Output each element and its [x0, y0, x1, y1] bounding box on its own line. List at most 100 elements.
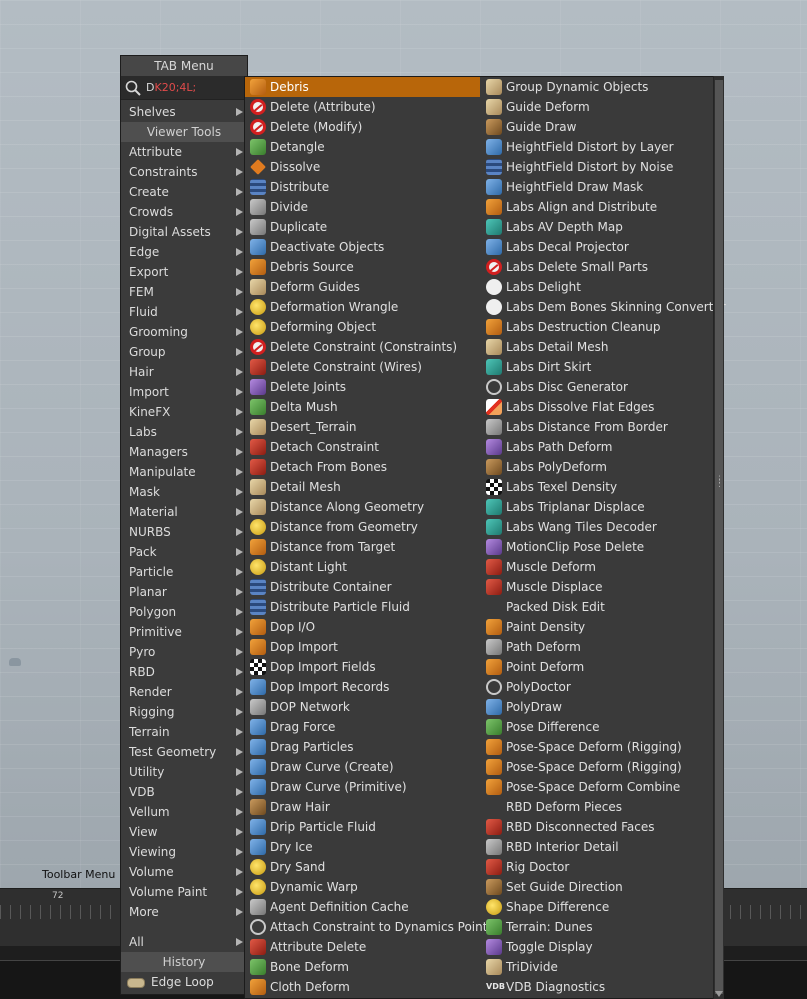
tool-item-toggle-display[interactable]: Toggle Display: [481, 937, 714, 957]
tool-item-labs-texel-density[interactable]: Labs Texel Density: [481, 477, 714, 497]
tool-item-labs-dissolve-flat-edges[interactable]: Labs Dissolve Flat Edges: [481, 397, 714, 417]
tool-item-packed-disk-edit[interactable]: Packed Disk Edit: [481, 597, 714, 617]
tool-item-labs-distance-from-border[interactable]: Labs Distance From Border: [481, 417, 714, 437]
tool-item-tridivide[interactable]: TriDivide: [481, 957, 714, 977]
tool-item-distance-from-target[interactable]: Distance from Target: [245, 537, 480, 557]
tool-item-draw-curve-primitive[interactable]: Draw Curve (Primitive): [245, 777, 480, 797]
tool-item-rbd-disconnected-faces[interactable]: RBD Disconnected Faces: [481, 817, 714, 837]
tool-item-set-guide-direction[interactable]: Set Guide Direction: [481, 877, 714, 897]
menu-item-fem[interactable]: FEM: [121, 282, 247, 302]
tool-item-delete-modify[interactable]: Delete (Modify): [245, 117, 480, 137]
menu-item-utility[interactable]: Utility: [121, 762, 247, 782]
tool-item-pose-space-deform-rigging[interactable]: Pose-Space Deform (Rigging): [481, 737, 714, 757]
tool-item-labs-decal-projector[interactable]: Labs Decal Projector: [481, 237, 714, 257]
menu-item-grooming[interactable]: Grooming: [121, 322, 247, 342]
tool-item-desert-terrain[interactable]: Desert_Terrain: [245, 417, 480, 437]
tool-item-dop-import[interactable]: Dop Import: [245, 637, 480, 657]
tool-item-polydraw[interactable]: PolyDraw: [481, 697, 714, 717]
menu-item-import[interactable]: Import: [121, 382, 247, 402]
menu-item-material[interactable]: Material: [121, 502, 247, 522]
tool-item-drag-particles[interactable]: Drag Particles: [245, 737, 480, 757]
tool-item-distribute-particle-fluid[interactable]: Distribute Particle Fluid: [245, 597, 480, 617]
tool-item-labs-wang-tiles-decoder[interactable]: Labs Wang Tiles Decoder: [481, 517, 714, 537]
tool-item-pose-difference[interactable]: Pose Difference: [481, 717, 714, 737]
menu-item-volume[interactable]: Volume: [121, 862, 247, 882]
tool-item-deformation-wrangle[interactable]: Deformation Wrangle: [245, 297, 480, 317]
menu-item-crowds[interactable]: Crowds: [121, 202, 247, 222]
tool-item-heightfield-distort-by-noise[interactable]: HeightField Distort by Noise: [481, 157, 714, 177]
tool-item-dry-sand[interactable]: Dry Sand: [245, 857, 480, 877]
menu-item-managers[interactable]: Managers: [121, 442, 247, 462]
tool-item-detach-constraint[interactable]: Detach Constraint: [245, 437, 480, 457]
menu-item-fluid[interactable]: Fluid: [121, 302, 247, 322]
tool-item-distant-light[interactable]: Distant Light: [245, 557, 480, 577]
tool-item-group-dynamic-objects[interactable]: Group Dynamic Objects: [481, 77, 714, 97]
menu-item-vellum[interactable]: Vellum: [121, 802, 247, 822]
scroll-down-arrow-icon[interactable]: [715, 991, 723, 997]
tool-item-deforming-object[interactable]: Deforming Object: [245, 317, 480, 337]
menu-item-vdb[interactable]: VDB: [121, 782, 247, 802]
menu-item-attribute[interactable]: Attribute: [121, 142, 247, 162]
tool-item-pose-space-deform-rigging[interactable]: Pose-Space Deform (Rigging): [481, 757, 714, 777]
menu-item-particle[interactable]: Particle: [121, 562, 247, 582]
tool-item-dop-network[interactable]: DOP Network: [245, 697, 480, 717]
menu-item-rbd[interactable]: RBD: [121, 662, 247, 682]
tool-item-heightfield-draw-mask[interactable]: HeightField Draw Mask: [481, 177, 714, 197]
tool-item-labs-delete-small-parts[interactable]: Labs Delete Small Parts: [481, 257, 714, 277]
tool-item-labs-dirt-skirt[interactable]: Labs Dirt Skirt: [481, 357, 714, 377]
tool-item-debris[interactable]: Debris: [245, 77, 480, 97]
tool-item-dop-i-o[interactable]: Dop I/O: [245, 617, 480, 637]
menu-item-render[interactable]: Render: [121, 682, 247, 702]
history-item-edge-loop[interactable]: Edge Loop: [121, 972, 247, 992]
menu-item-labs[interactable]: Labs: [121, 422, 247, 442]
tool-item-deform-guides[interactable]: Deform Guides: [245, 277, 480, 297]
tool-item-heightfield-distort-by-layer[interactable]: HeightField Distort by Layer: [481, 137, 714, 157]
tool-item-bone-deform[interactable]: Bone Deform: [245, 957, 480, 977]
tab-search-field[interactable]: DK20;4L;: [121, 77, 247, 100]
tool-item-muscle-deform[interactable]: Muscle Deform: [481, 557, 714, 577]
menu-item-rigging[interactable]: Rigging: [121, 702, 247, 722]
menu-item-test-geometry[interactable]: Test Geometry: [121, 742, 247, 762]
tool-item-distribute-container[interactable]: Distribute Container: [245, 577, 480, 597]
tool-item-rbd-deform-pieces[interactable]: RBD Deform Pieces: [481, 797, 714, 817]
menu-item-mask[interactable]: Mask: [121, 482, 247, 502]
tool-item-labs-av-depth-map[interactable]: Labs AV Depth Map: [481, 217, 714, 237]
tool-item-paint-density[interactable]: Paint Density: [481, 617, 714, 637]
tool-item-guide-deform[interactable]: Guide Deform: [481, 97, 714, 117]
menu-item-group[interactable]: Group: [121, 342, 247, 362]
menu-item-polygon[interactable]: Polygon: [121, 602, 247, 622]
menu-item-pyro[interactable]: Pyro: [121, 642, 247, 662]
tool-item-attribute-delete[interactable]: Attribute Delete: [245, 937, 480, 957]
tool-item-labs-triplanar-displace[interactable]: Labs Triplanar Displace: [481, 497, 714, 517]
tool-item-labs-delight[interactable]: Labs Delight: [481, 277, 714, 297]
menu-item-planar[interactable]: Planar: [121, 582, 247, 602]
tool-item-dop-import-fields[interactable]: Dop Import Fields: [245, 657, 480, 677]
tool-item-dynamic-warp[interactable]: Dynamic Warp: [245, 877, 480, 897]
tool-item-point-deform[interactable]: Point Deform: [481, 657, 714, 677]
tool-item-detach-from-bones[interactable]: Detach From Bones: [245, 457, 480, 477]
menu-item-manipulate[interactable]: Manipulate: [121, 462, 247, 482]
tool-item-shape-difference[interactable]: Shape Difference: [481, 897, 714, 917]
menu-item-terrain[interactable]: Terrain: [121, 722, 247, 742]
tool-item-polydoctor[interactable]: PolyDoctor: [481, 677, 714, 697]
submenu-scrollbar[interactable]: ⋮ ⋮: [713, 76, 724, 999]
tool-item-motionclip-pose-delete[interactable]: MotionClip Pose Delete: [481, 537, 714, 557]
tool-item-deactivate-objects[interactable]: Deactivate Objects: [245, 237, 480, 257]
tool-item-cloth-deform[interactable]: Cloth Deform: [245, 977, 480, 997]
tool-item-agent-definition-cache[interactable]: Agent Definition Cache: [245, 897, 480, 917]
tool-item-dry-ice[interactable]: Dry Ice: [245, 837, 480, 857]
tool-item-duplicate[interactable]: Duplicate: [245, 217, 480, 237]
tool-item-muscle-displace[interactable]: Muscle Displace: [481, 577, 714, 597]
tool-item-terrain-dunes[interactable]: Terrain: Dunes: [481, 917, 714, 937]
tool-item-delete-constraint-wires[interactable]: Delete Constraint (Wires): [245, 357, 480, 377]
tool-item-dissolve[interactable]: Dissolve: [245, 157, 480, 177]
menu-item-primitive[interactable]: Primitive: [121, 622, 247, 642]
menu-item-digital-assets[interactable]: Digital Assets: [121, 222, 247, 242]
menu-item-more[interactable]: More: [121, 902, 247, 922]
menu-item-edge[interactable]: Edge: [121, 242, 247, 262]
tool-item-labs-path-deform[interactable]: Labs Path Deform: [481, 437, 714, 457]
tool-item-rbd-interior-detail[interactable]: RBD Interior Detail: [481, 837, 714, 857]
tool-item-drag-force[interactable]: Drag Force: [245, 717, 480, 737]
tool-item-delta-mush[interactable]: Delta Mush: [245, 397, 480, 417]
tool-item-labs-destruction-cleanup[interactable]: Labs Destruction Cleanup: [481, 317, 714, 337]
